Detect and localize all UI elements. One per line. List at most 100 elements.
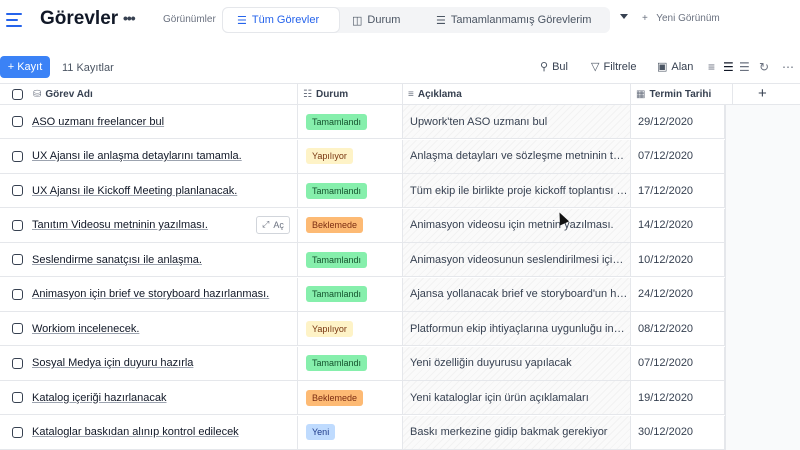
status-badge: Tamamlandı bbox=[306, 286, 368, 302]
table-row[interactable]: UX Ajansı ile anlaşma detaylarını tamaml… bbox=[0, 139, 725, 174]
cell-task-name[interactable]: Tanıtım Videosu metninin yazılması. bbox=[0, 208, 298, 242]
cell-task-name[interactable]: Workiom incelenecek. bbox=[0, 312, 298, 345]
table-row[interactable]: Tanıtım Videosu metninin yazılması. Bekle… bbox=[0, 208, 725, 243]
cell-task-name[interactable]: Animasyon için brief ve storyboard hazır… bbox=[0, 277, 298, 311]
cell-due-date[interactable]: 29/12/2020 bbox=[631, 105, 725, 138]
cell-due-date[interactable]: 19/12/2020 bbox=[631, 381, 725, 414]
more-options-icon[interactable]: ••• bbox=[123, 10, 136, 26]
cell-status[interactable]: Yapılıyor bbox=[298, 312, 403, 345]
cell-description[interactable]: Platformun ekip ihtiyaçlarına uygunluğu … bbox=[403, 312, 631, 345]
open-record-button[interactable]: ⤢ Aç bbox=[256, 215, 290, 234]
calendar-icon: ▦ bbox=[636, 89, 646, 100]
tab-status[interactable]: ◫ Durum bbox=[352, 7, 432, 33]
cell-status[interactable]: Beklemede bbox=[298, 208, 403, 242]
search-button[interactable]: ⚲ Bul bbox=[540, 60, 568, 74]
search-icon: ⚲ bbox=[540, 61, 549, 73]
text-icon: ≡ bbox=[408, 89, 414, 100]
cell-description[interactable]: Anlaşma detayları ve sözleşme metninin t… bbox=[403, 139, 631, 173]
add-record-button[interactable]: + Kayıt bbox=[0, 56, 50, 78]
fields-button[interactable]: ▣ Alan bbox=[657, 60, 693, 74]
cell-task-name[interactable]: Kataloglar baskıdan alınıp kontrol edile… bbox=[0, 415, 298, 449]
refresh-icon[interactable]: ↻ bbox=[759, 60, 769, 74]
cell-due-date[interactable]: 30/12/2020 bbox=[631, 415, 725, 449]
table-row[interactable]: ASO uzmanı freelancer bul Tamamlandı Upwor… bbox=[0, 105, 725, 139]
status-badge: Tamamlandı bbox=[306, 251, 368, 268]
record-count: 11 Kayıtlar bbox=[62, 62, 114, 74]
table-row[interactable]: Kataloglar baskıdan alınıp kontrol edile… bbox=[0, 415, 725, 450]
toolbar: + Kayıt 11 Kayıtlar ⚲ Bul ▽ Filtrele ▣ Alan… bbox=[0, 56, 800, 80]
cell-task-name[interactable]: ASO uzmanı freelancer bul bbox=[0, 105, 298, 138]
table-header: ⛁ Görev Adı ☷ Durum ≡ Açıklama ▦ Termin Tari… bbox=[0, 83, 800, 105]
cell-due-date[interactable]: 14/12/2020 bbox=[631, 208, 725, 242]
cell-due-date[interactable]: 07/12/2020 bbox=[631, 139, 725, 173]
cell-description[interactable]: Ajansa yollanacak brief ve storyboard'un… bbox=[403, 277, 631, 311]
status-badge: Yapılıyor bbox=[306, 148, 353, 164]
cell-status[interactable]: Tamamlandı bbox=[298, 277, 403, 311]
table-row[interactable]: Animasyon için brief ve storyboard hazır… bbox=[0, 277, 725, 312]
cell-task-name[interactable]: Katalog içeriği hazırlanacak bbox=[0, 381, 298, 414]
cell-description[interactable]: Yeni özelliğin duyurusu yapılacak bbox=[403, 346, 631, 380]
board-icon: ◫ bbox=[352, 14, 363, 27]
column-header-due-date[interactable]: ▦ Termin Tarihi bbox=[631, 84, 733, 105]
table-row[interactable]: UX Ajansı ile Kickoff Meeting planlanaca… bbox=[0, 174, 725, 208]
hamburger-menu-icon[interactable] bbox=[6, 11, 24, 29]
status-badge: Yapılıyor bbox=[306, 320, 353, 337]
column-header-name[interactable]: ⛁ Görev Adı bbox=[0, 84, 298, 105]
empty-area bbox=[725, 105, 800, 450]
cell-due-date[interactable]: 07/12/2020 bbox=[631, 346, 725, 380]
cell-description[interactable]: Baskı merkezine gidip bakmak gerekiyor bbox=[403, 415, 631, 449]
row-height-medium-icon[interactable]: ☰ bbox=[723, 60, 734, 74]
page-header: Görevler ••• Görünümler ☰ Tüm Görevler ◫ D… bbox=[0, 0, 800, 40]
table-row[interactable]: Sosyal Medya için duyuru hazırla Tamamlan… bbox=[0, 346, 725, 381]
cell-due-date[interactable]: 24/12/2020 bbox=[631, 277, 725, 311]
more-icon[interactable]: ⋯ bbox=[782, 60, 794, 74]
filter-button[interactable]: ▽ Filtrele bbox=[591, 60, 636, 74]
view-tabs: ☰ Tüm Görevler ◫ Durum ☰ Tamamlanmamış Göre… bbox=[222, 7, 610, 33]
fields-icon: ▣ bbox=[657, 61, 668, 73]
views-label: Görünümler bbox=[163, 14, 216, 25]
new-view-button[interactable]: + Yeni Görünüm bbox=[642, 13, 720, 24]
table-row[interactable]: Katalog içeriği hazırlanacak Beklemede Yen… bbox=[0, 381, 725, 415]
list-icon: ☷ bbox=[303, 89, 312, 100]
database-icon: ⛁ bbox=[33, 89, 42, 100]
cell-due-date[interactable]: 17/12/2020 bbox=[631, 174, 725, 207]
cell-status[interactable]: Tamamlandı bbox=[298, 105, 403, 138]
cell-status[interactable]: Tamamlandı bbox=[298, 174, 403, 207]
tab-incomplete-tasks[interactable]: ☰ Tamamlanmamış Görevlerim bbox=[436, 7, 610, 33]
cell-description[interactable]: Yeni kataloglar için ürün açıklamaları bbox=[403, 381, 631, 414]
filter-icon: ▽ bbox=[591, 61, 600, 73]
status-badge: Tamamlandı bbox=[306, 182, 368, 199]
cell-task-name[interactable]: Seslendirme sanatçısı ile anlaşma. bbox=[0, 243, 298, 276]
status-badge: Tamamlandı bbox=[306, 113, 368, 130]
cell-status[interactable]: Tamamlandı bbox=[298, 346, 403, 380]
column-header-description[interactable]: ≡ Açıklama bbox=[403, 84, 631, 105]
cell-due-date[interactable]: 08/12/2020 bbox=[631, 312, 725, 345]
cell-status[interactable]: Yeni bbox=[298, 415, 403, 449]
cell-description[interactable]: Tüm ekip ile birlikte proje kickoff topl… bbox=[403, 174, 631, 207]
table-row[interactable]: Workiom incelenecek. Yapılıyor Platformun … bbox=[0, 312, 725, 346]
list-icon: ☰ bbox=[436, 14, 446, 27]
select-all-checkbox[interactable] bbox=[12, 89, 23, 100]
table-row[interactable]: Seslendirme sanatçısı ile anlaşma. Tamaml… bbox=[0, 243, 725, 277]
column-header-status[interactable]: ☷ Durum bbox=[298, 84, 403, 105]
cell-status[interactable]: Beklemede bbox=[298, 381, 403, 414]
cell-description[interactable]: Animasyon videosunun seslendirilmesi içi… bbox=[403, 243, 631, 276]
row-height-tall-icon[interactable]: ☰ bbox=[739, 60, 750, 74]
page-title: Görevler bbox=[40, 8, 119, 29]
cell-status[interactable]: Yapılıyor bbox=[298, 139, 403, 173]
tab-all-tasks[interactable]: ☰ Tüm Görevler bbox=[222, 7, 340, 33]
cell-due-date[interactable]: 10/12/2020 bbox=[631, 243, 725, 276]
cell-task-name[interactable]: UX Ajansı ile anlaşma detaylarını tamaml… bbox=[0, 139, 298, 173]
list-icon: ☰ bbox=[237, 14, 247, 27]
cell-description[interactable]: Animasyon videosu için metnin yazılması. bbox=[403, 208, 631, 242]
status-badge: Beklemede bbox=[306, 389, 364, 406]
status-badge: Yeni bbox=[306, 424, 336, 440]
row-height-short-icon[interactable]: ≡ bbox=[708, 60, 715, 74]
add-column-icon[interactable]: + bbox=[758, 85, 767, 102]
cell-task-name[interactable]: UX Ajansı ile Kickoff Meeting planlanaca… bbox=[0, 174, 298, 207]
cell-description[interactable]: Upwork'ten ASO uzmanı bul bbox=[403, 105, 631, 138]
cell-task-name[interactable]: Sosyal Medya için duyuru hazırla bbox=[0, 346, 298, 380]
cell-status[interactable]: Tamamlandı bbox=[298, 243, 403, 276]
views-dropdown-icon[interactable] bbox=[620, 14, 628, 19]
status-badge: Tamamlandı bbox=[306, 355, 368, 371]
